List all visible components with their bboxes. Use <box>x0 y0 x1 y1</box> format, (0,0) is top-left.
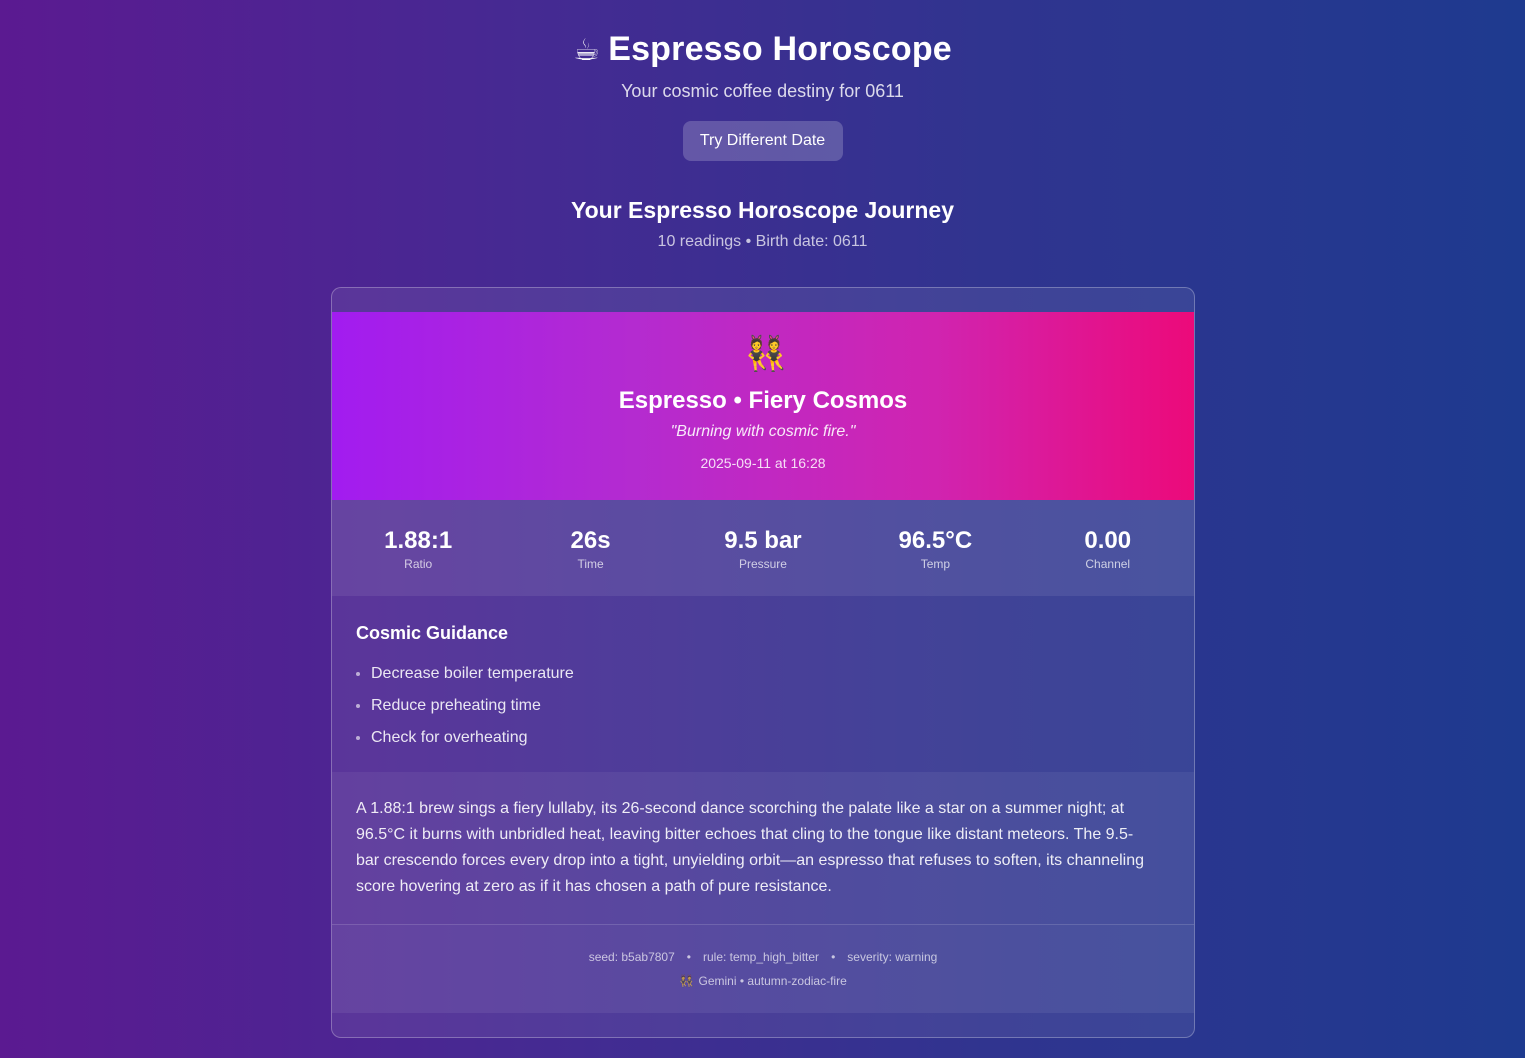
guidance-item-text: Reduce preheating time <box>371 697 541 714</box>
narrative-text: A 1.88:1 brew sings a fiery lullaby, its… <box>356 800 1144 895</box>
guidance-item-text: Decrease boiler temperature <box>371 665 574 682</box>
bullet-icon <box>356 736 360 740</box>
guidance-item-text: Check for overheating <box>371 729 528 746</box>
reading-title: Espresso • Fiery Cosmos <box>618 387 908 414</box>
header: ☕ Espresso Horoscope Your cosmic coffee d… <box>0 0 1525 253</box>
stat-label: Ratio <box>404 557 433 571</box>
sign-label: Gemini • autumn-zodiac-fire <box>698 974 847 988</box>
stat-channel: 0.00 Channel <box>1025 500 1191 596</box>
guidance-section: Cosmic Guidance Decrease boiler temperat… <box>332 596 1194 772</box>
stat-value: 9.5 bar <box>724 527 802 554</box>
footer-sign: 👯 Gemini • autumn-zodiac-fire <box>332 973 1194 989</box>
reading-footer: seed: b5ab7807 • rule: temp_high_bitter • se… <box>332 925 1194 1013</box>
app-title-text: Espresso Horoscope <box>608 30 952 68</box>
reading-date: 2025-09-11 at 16:28 <box>700 455 826 471</box>
guidance-item: Reduce preheating time <box>356 690 574 722</box>
stat-value: 26s <box>570 527 611 554</box>
stat-temp: 96.5°C Temp <box>852 500 1018 596</box>
severity-label: severity: warning <box>847 950 938 964</box>
coffee-cup-icon: ☕ <box>573 34 601 67</box>
stat-value: 0.00 <box>1084 527 1132 554</box>
stat-label: Pressure <box>738 557 787 571</box>
guidance-item: Check for overheating <box>356 722 574 754</box>
guidance-title: Cosmic Guidance <box>356 623 509 643</box>
stat-value: 1.88:1 <box>384 527 453 554</box>
stats-row: 1.88:1 Ratio 26s Time 9.5 bar Pressure 9… <box>332 500 1194 596</box>
journey-meta: 10 readings • Birth date: 0611 <box>657 233 868 250</box>
separator: • <box>686 950 691 964</box>
stat-pressure: 9.5 bar Pressure <box>680 500 846 596</box>
reading-hero: 👯 Espresso • Fiery Cosmos "Burning with … <box>332 312 1194 500</box>
narrative-section: A 1.88:1 brew sings a fiery lullaby, its… <box>332 772 1194 924</box>
stat-ratio: 1.88:1 Ratio <box>335 500 501 596</box>
bullet-icon <box>356 704 360 708</box>
separator: • <box>831 950 836 964</box>
stat-time: 26s Time <box>508 500 674 596</box>
app-subtitle: Your cosmic coffee destiny for 0611 <box>621 81 904 101</box>
stat-label: Time <box>577 557 604 571</box>
stat-value: 96.5°C <box>898 527 973 554</box>
reading-card: 👯 Espresso • Fiery Cosmos "Burning with … <box>331 287 1195 1038</box>
rule-label: rule: temp_high_bitter <box>702 950 820 964</box>
twins-icon: 👯 <box>679 974 694 988</box>
try-different-date-button[interactable]: Try Different Date <box>682 121 843 161</box>
reading-quote: "Burning with cosmic fire." <box>670 423 856 440</box>
stat-label: Channel <box>1085 557 1131 571</box>
page: ☕ Espresso Horoscope Your cosmic coffee d… <box>0 0 1525 1058</box>
bullet-icon <box>356 672 360 676</box>
guidance-list: Decrease boiler temperature Reduce prehe… <box>356 658 574 754</box>
twins-icon: 👯 <box>744 335 787 373</box>
guidance-item: Decrease boiler temperature <box>356 658 574 690</box>
footer-meta: seed: b5ab7807 • rule: temp_high_bitter • se… <box>332 949 1194 965</box>
seed-label: seed: b5ab7807 <box>588 950 675 964</box>
app-title: ☕ Espresso Horoscope <box>0 28 1525 70</box>
journey-title: Your Espresso Horoscope Journey <box>570 197 954 223</box>
stat-label: Temp <box>920 557 951 571</box>
